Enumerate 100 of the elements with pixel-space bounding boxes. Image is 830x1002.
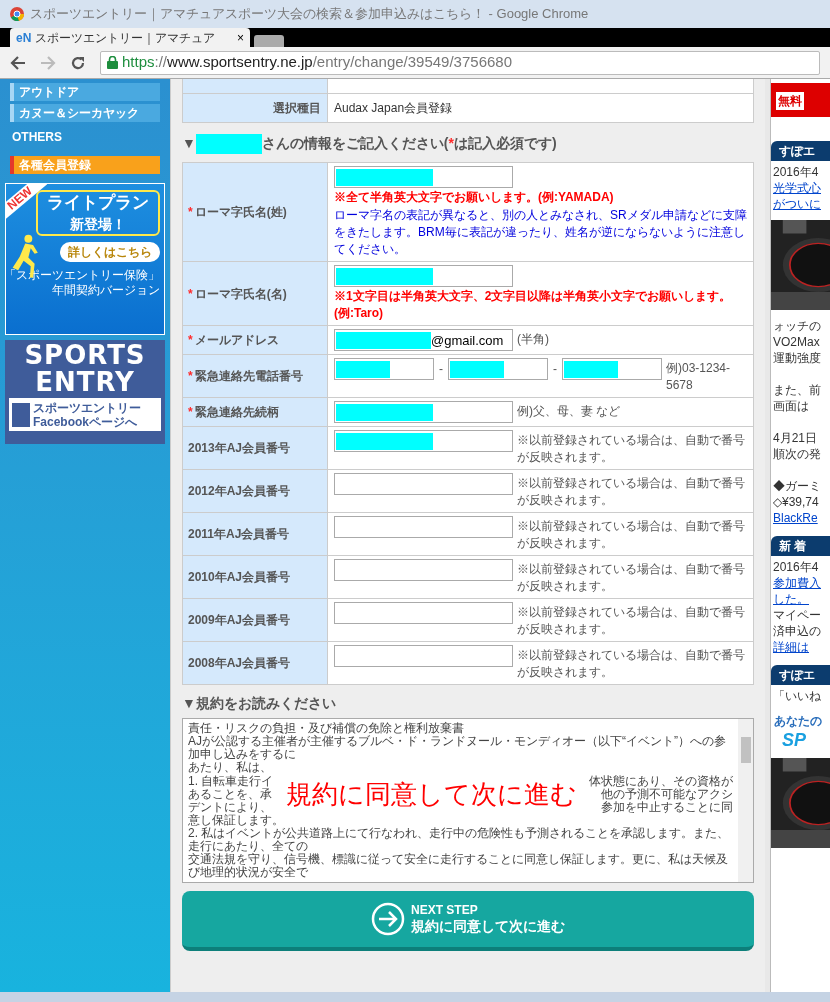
- section-heading: 新 着: [771, 536, 830, 556]
- news-text: ◇¥39,74: [772, 494, 820, 510]
- facebook-link-text: スポーツエントリー: [33, 400, 141, 415]
- text-field[interactable]: [334, 166, 513, 188]
- separator: -: [439, 361, 443, 378]
- terms-paragraph: 意し保証します。: [188, 814, 285, 827]
- field-hint: 例)父、母、妻 など: [517, 403, 622, 420]
- field-hint: ※以前登録されている場合は、自動で番号が反映されます。: [517, 432, 746, 466]
- field-note: ※1文字目は半角英大文字、2文字目以降は半角英小文字でお願いします。(例:Taro): [334, 288, 733, 322]
- text-field[interactable]: [334, 602, 513, 624]
- text-field[interactable]: [334, 401, 513, 423]
- field-note: ローマ字名の表記が異なると、別の人とみなされ、SRメダル申請などに支障をきたします。BRM毎に表記が違ったり、姓名が逆にならないように注意してください。: [334, 207, 747, 258]
- news-link[interactable]: 詳細は: [771, 639, 830, 655]
- text-field[interactable]: @gmail.com: [334, 329, 513, 351]
- text-field[interactable]: [334, 430, 513, 452]
- field-label: 2009年AJ会員番号: [188, 612, 291, 629]
- terms-fragment: 体状態にあり、その資格が: [589, 774, 733, 788]
- browser-tab[interactable]: eN スポーツエントリー｜アマチュア ×: [10, 28, 250, 47]
- terms-fragment: 参加を中止することに同: [601, 800, 733, 814]
- field-hint: 例)03-1234-5678: [666, 360, 732, 394]
- terms-fragment: デントにより、: [188, 800, 273, 814]
- logo-text: ENTRY: [35, 369, 135, 396]
- news-link[interactable]: 参加費入: [771, 575, 830, 591]
- field-label: 2008年AJ会員番号: [188, 655, 291, 672]
- logo-mark: SP: [781, 730, 807, 750]
- terms-fragment: 1. 自転車走行イ: [188, 774, 274, 788]
- section-heading: ▼規約をお読みください: [182, 694, 337, 713]
- new-tab-button[interactable]: [254, 35, 284, 47]
- banner-caption: 年間契約バージョン: [52, 283, 160, 298]
- text-field[interactable]: [448, 358, 548, 380]
- field-label: 2012年AJ会員番号: [188, 483, 291, 500]
- field-hint: ※以前登録されている場合は、自動で番号が反映されます。: [517, 475, 746, 509]
- news-text: 「いいね: [772, 688, 822, 704]
- terms-paragraph: あたり、私は、: [188, 761, 273, 774]
- sidebar-heading: OTHERS: [12, 129, 63, 146]
- banner-title: ライトプラン: [47, 192, 149, 214]
- text-field[interactable]: [334, 358, 434, 380]
- field-label: * ローマ字氏名(名): [188, 285, 287, 303]
- site-icon: eN: [16, 31, 32, 44]
- field-label: * ローマ字氏名(姓): [188, 204, 287, 221]
- terms-paragraph: 責任・リスクの負担・及び補償の免除と権利放棄書: [188, 722, 465, 735]
- terms-paragraph: 交通法規を守り、信号機、標識に従って安全に走行することに同意し保証します。更に、私は天候及び地理的状況が安全で: [188, 853, 729, 879]
- news-link[interactable]: がついに: [771, 196, 830, 212]
- field-hint: ※以前登録されている場合は、自動で番号が反映されます。: [517, 647, 746, 681]
- news-text: また、前: [772, 382, 822, 398]
- text-field[interactable]: [562, 358, 662, 380]
- facebook-link-text: Facebookページへ: [33, 414, 138, 429]
- field-label: 2010年AJ会員番号: [188, 569, 291, 586]
- field-label: * 緊急連絡先続柄: [188, 404, 279, 421]
- redaction-mark: [195, 133, 262, 154]
- browser-logo-icon: [10, 7, 24, 21]
- field-hint: ※以前登録されている場合は、自動で番号が反映されます。: [517, 518, 746, 552]
- tab-label: スポーツエントリー｜アマチュア: [35, 31, 216, 44]
- news-text: 運動強度: [772, 350, 822, 366]
- text-field[interactable]: [334, 645, 513, 667]
- separator: -: [553, 361, 557, 378]
- free-button[interactable]: 無料: [776, 92, 804, 110]
- news-text: ォッチの: [772, 318, 822, 334]
- field-hint: ※以前登録されている場合は、自動で番号が反映されます。: [517, 604, 746, 638]
- news-text: VO2Max: [772, 334, 821, 350]
- terms-paragraph: AJが公認する主催者が主催するブルベ・ド・ランドヌール・モンディオー（以下“イベント”）への参加申し込みをするに: [188, 735, 727, 761]
- section-heading: さんの情報をご記入ください(*は記入必須です): [261, 134, 557, 153]
- logo-text: SPORTS: [24, 342, 146, 369]
- news-text: 2016年4: [772, 164, 820, 180]
- reload-icon[interactable]: [70, 54, 86, 71]
- field-label: 2011年AJ会員番号: [188, 526, 290, 543]
- section-heading: すぽエ: [771, 665, 830, 685]
- text-field[interactable]: [334, 559, 513, 581]
- terms-fragment: あることを、承: [188, 787, 273, 801]
- heading-marker: ▼: [182, 134, 196, 153]
- text-field[interactable]: [334, 473, 513, 495]
- field-hint: (半角): [517, 331, 550, 348]
- text-field[interactable]: [334, 265, 513, 287]
- field-label: * メールアドレス: [188, 332, 279, 349]
- news-link[interactable]: BlackRe: [771, 510, 830, 526]
- terms-paragraph: 2. 私はイベントが公共道路上にて行なわれ、走行中の危険性も予測されることを承認します。また、走行にあたり、全ての: [188, 827, 731, 853]
- arrow-right-circle-icon: [371, 902, 405, 936]
- news-link[interactable]: 光学式心: [771, 180, 830, 196]
- text-field[interactable]: [334, 516, 513, 538]
- news-text: 画面は: [772, 398, 810, 414]
- news-text: 2016年4: [772, 559, 820, 575]
- field-label: 2013年AJ会員番号: [188, 440, 291, 457]
- forward-icon[interactable]: [40, 54, 56, 71]
- banner-subtitle: 新登場！: [70, 215, 126, 234]
- redaction-mark: [450, 360, 504, 378]
- facebook-banner[interactable]: SPORTS ENTRY スポーツエントリー Facebookページへ: [5, 340, 165, 444]
- news-link[interactable]: した。: [771, 591, 830, 607]
- redaction-mark: [564, 360, 618, 378]
- news-text: 済申込の: [772, 623, 822, 639]
- news-text: 順次の発: [772, 446, 822, 462]
- back-icon[interactable]: [10, 54, 26, 71]
- field-note: ※全て半角英大文字でお願いします。(例:YAMADA): [334, 189, 615, 206]
- url-text: https://www.sportsentry.ne.jp/entry/change/39549/3756680: [122, 52, 512, 73]
- field-value: @gmail.com: [431, 331, 504, 349]
- terms-text-area[interactable]: [182, 718, 754, 883]
- terms-fragment: 他の予測不可能なアクシ: [601, 787, 733, 801]
- lock-icon: [107, 56, 118, 69]
- scrollbar[interactable]: [738, 719, 753, 882]
- address-bar[interactable]: https://www.sportsentry.ne.jp/entry/change/39549/3756680: [100, 50, 820, 75]
- close-tab-icon[interactable]: ×: [237, 31, 244, 44]
